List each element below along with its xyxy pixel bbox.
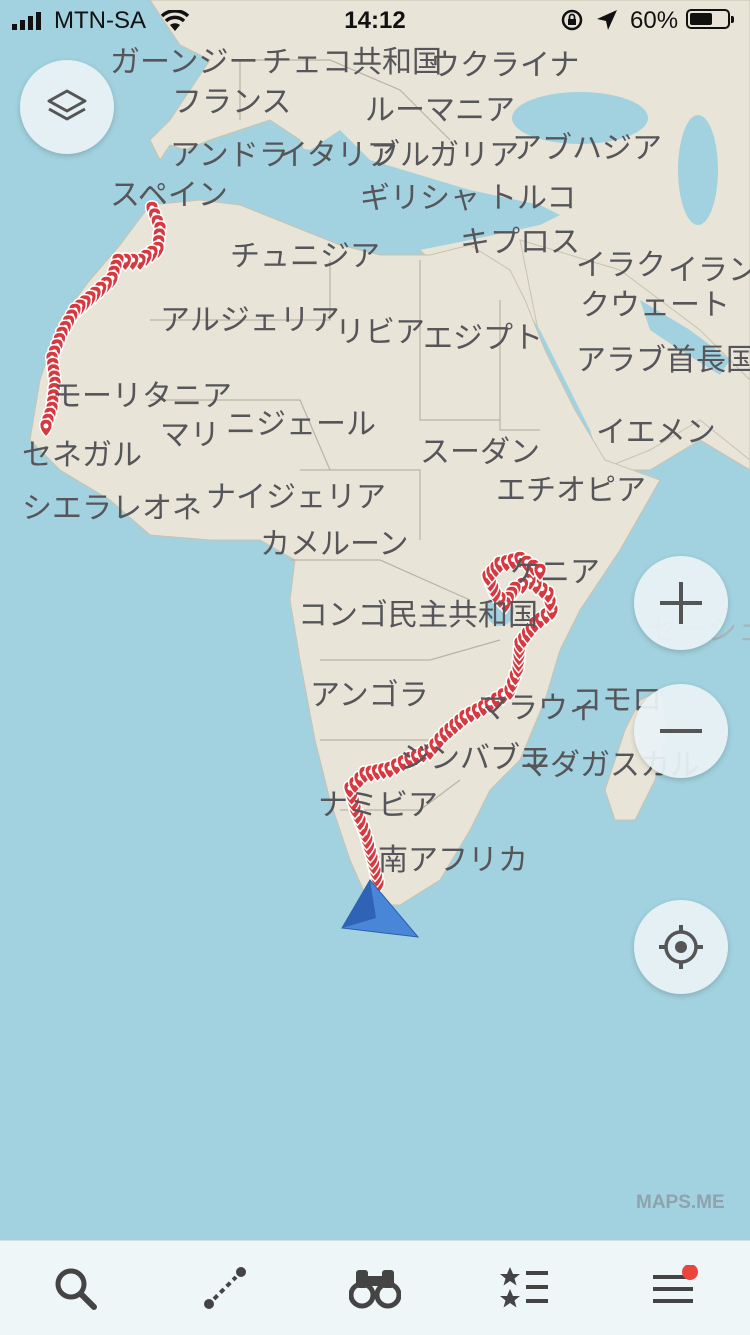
discovery-binoculars-icon — [349, 1270, 401, 1309]
label-south-africa: 南アフリカ — [378, 843, 528, 878]
label-czech: チェコ共和国 — [262, 45, 442, 80]
label-romania: ルーマニア — [365, 93, 515, 128]
label-nigeria: ナイジェリア — [206, 480, 386, 515]
route-pin-dot — [43, 423, 49, 429]
maps-me-watermark: MAPS.ME — [636, 1192, 725, 1213]
battery-fill — [690, 13, 712, 25]
search-icon — [55, 1268, 97, 1310]
label-sierra-leone: シエラレオネ — [22, 491, 202, 526]
label-abkhazia: アブハジア — [512, 131, 662, 166]
discovery-tab[interactable] — [300, 1241, 450, 1335]
label-angola: アンゴラ — [310, 678, 429, 713]
menu-icon — [653, 1265, 698, 1303]
label-drc: コンゴ民主共和国 — [298, 598, 538, 633]
label-iran: イラン — [668, 253, 750, 288]
label-mauritania: モーリタニア — [52, 379, 232, 414]
label-greece: ギリシャ — [360, 181, 480, 216]
route-tab[interactable] — [150, 1241, 300, 1335]
label-uae: アラブ首長国 — [576, 343, 750, 378]
label-turkey: トルコ — [487, 181, 576, 216]
location-arrow-icon — [597, 10, 617, 30]
route-icon — [204, 1267, 246, 1309]
label-namibia: ナミビア — [318, 788, 438, 823]
label-yemen: イエメン — [596, 415, 716, 450]
label-kuwait: クウェート — [580, 288, 730, 323]
label-france: フランス — [172, 85, 291, 120]
battery-icon — [686, 9, 734, 29]
minus-icon — [660, 729, 702, 733]
label-mali: マリ — [160, 418, 220, 453]
label-malawi: マラウィ — [478, 691, 598, 726]
label-niger: ニジェール — [226, 407, 376, 442]
label-spain: スペイン — [110, 178, 228, 213]
label-andorra: アンドラ — [170, 138, 289, 173]
label-senegal: セネガル — [22, 438, 142, 473]
zoom-in-button[interactable] — [634, 556, 728, 650]
menu-tab[interactable] — [600, 1241, 750, 1335]
bookmarks-icon — [500, 1267, 548, 1308]
label-ukraine: ウクライナ — [430, 48, 579, 83]
layers-button[interactable] — [20, 60, 114, 154]
label-ethiopia: エチオピア — [496, 473, 646, 508]
label-cyprus: キプロス — [460, 225, 580, 260]
status-bar: MTN-SA 14:12 60% — [0, 0, 750, 40]
label-bulgaria: ブルガリア — [370, 138, 519, 173]
crosshair-icon — [659, 925, 703, 969]
label-iraq: イラク — [576, 248, 666, 283]
label-sudan: スーダン — [420, 435, 540, 470]
zoom-out-button[interactable] — [634, 684, 728, 778]
label-algeria: アルジェリア — [160, 303, 340, 338]
label-egypt: エジプト — [423, 321, 543, 356]
my-position-button[interactable] — [634, 900, 728, 994]
bookmarks-tab[interactable] — [450, 1241, 600, 1335]
label-cameroon: カメルーン — [260, 527, 409, 562]
rotation-lock-icon — [561, 9, 583, 31]
plus-icon — [660, 582, 702, 624]
label-tunisia: チュニジア — [230, 239, 380, 274]
layers-icon — [47, 89, 87, 121]
label-libya: リビア — [335, 315, 425, 350]
search-tab[interactable] — [0, 1241, 150, 1335]
label-garnsey: ガーンジー — [110, 45, 259, 80]
battery-percent: 60% — [630, 7, 679, 34]
bottom-toolbar — [0, 1240, 750, 1335]
label-kenya: ケニア — [510, 555, 600, 590]
